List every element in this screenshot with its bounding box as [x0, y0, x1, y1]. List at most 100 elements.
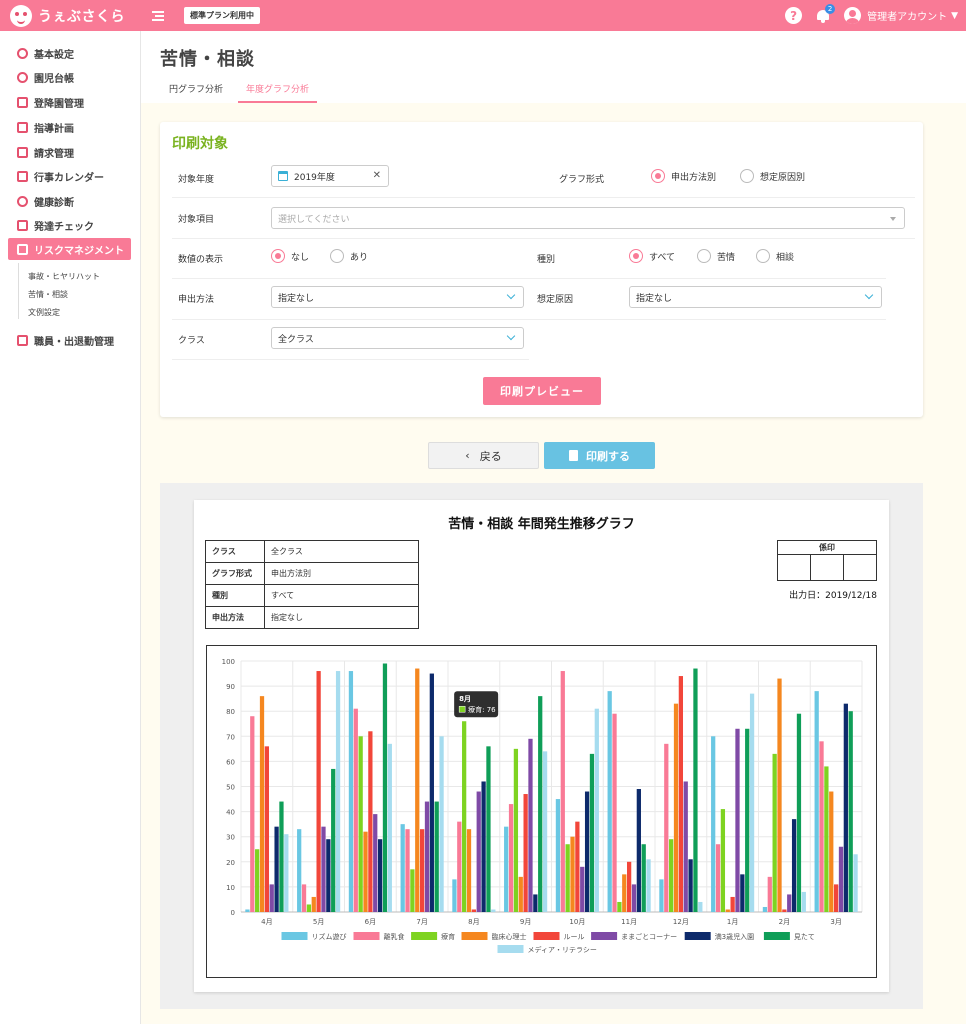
print-preview-button[interactable]: 印刷プレビュー	[483, 377, 601, 405]
report-paper: 苦情・相談 年間発生推移グラフ クラス 全クラス グラフ形式 申出方法別 種別 すべて…	[194, 500, 889, 992]
sidebar-item-risk-management[interactable]: リスクマネジメント	[8, 238, 131, 260]
bar	[508, 804, 514, 912]
bar	[335, 671, 341, 912]
value-display-label: 数値の表示	[178, 255, 224, 265]
top-header: うぇぶさくら 標準プラン利用中 ? 2 管理者アカウント ▼	[0, 0, 966, 31]
radio-type-consultation[interactable]: 相談	[756, 249, 794, 263]
item-select[interactable]: 選択してください	[271, 207, 905, 229]
bar	[358, 736, 363, 912]
radio-by-method[interactable]: 申出方法別	[651, 169, 716, 183]
y-tick-label: 60	[226, 758, 235, 766]
bar	[429, 673, 434, 912]
caret-down-icon	[890, 217, 896, 221]
print-button[interactable]: 印刷する	[544, 442, 655, 469]
sidebar-item-label: 職員・出退勤管理	[34, 336, 114, 348]
radio-type-complaint[interactable]: 苦情	[697, 249, 735, 263]
plan-badge: 標準プラン利用中	[184, 7, 260, 24]
gear-icon	[17, 47, 28, 59]
x-tick-label: 10月	[569, 918, 585, 926]
bar	[382, 663, 388, 912]
bar	[434, 801, 439, 912]
bar	[311, 896, 316, 912]
bar	[321, 826, 326, 912]
bar	[245, 909, 250, 912]
bar	[688, 859, 693, 912]
x-tick-label: 12月	[673, 918, 689, 926]
sidebar-item-health-check[interactable]: 健康診断	[8, 190, 131, 212]
radio-by-cause[interactable]: 想定原因別	[740, 169, 805, 183]
sidebar-item-label: 基本設定	[34, 49, 74, 61]
bar	[570, 836, 575, 912]
x-tick-label: 9月	[520, 918, 531, 926]
x-tick-label: 8月	[468, 918, 479, 926]
sidebar-subitem-complaint[interactable]: 苦情・相談	[28, 289, 68, 300]
main-content: 苦情・相談 円グラフ分析 年度グラフ分析 印刷対象 対象年度 2019年度 ✕ …	[141, 31, 966, 1024]
sidebar-item-development-check[interactable]: 発達チェック	[8, 214, 131, 236]
radio-value-none[interactable]: なし	[271, 249, 309, 263]
bar	[646, 859, 651, 912]
item-label: 対象項目	[178, 215, 215, 225]
handshake-icon	[17, 243, 28, 255]
bar	[607, 691, 612, 912]
bar	[749, 693, 755, 912]
bar	[777, 678, 782, 912]
y-tick-label: 0	[231, 909, 235, 917]
legend-label: メディア・リテラシー	[528, 945, 597, 954]
back-button[interactable]: ‹ 戻る	[428, 442, 539, 469]
bar	[730, 896, 735, 912]
clear-icon[interactable]: ✕	[373, 170, 381, 181]
menu-toggle-icon[interactable]	[152, 10, 164, 21]
sidebar-item-label: 指導計画	[34, 123, 74, 135]
bar	[301, 884, 307, 912]
print-preview-area[interactable]: 苦情・相談 年間発生推移グラフ クラス 全クラス グラフ形式 申出方法別 種別 すべて…	[160, 483, 923, 1009]
sidebar-item-guidance-plan[interactable]: 指導計画	[8, 116, 131, 138]
x-tick-label: 4月	[261, 918, 272, 926]
bar	[491, 909, 496, 912]
legend-label: リズム遊び	[312, 932, 347, 941]
sidebar-subitem-template[interactable]: 文例設定	[28, 307, 60, 318]
bar	[481, 781, 486, 912]
legend-label: 臨床心理士	[492, 932, 527, 941]
seal-label: 係印	[777, 540, 877, 555]
bar	[745, 728, 750, 912]
sidebar-item-basic-settings[interactable]: 基本設定	[8, 42, 131, 64]
sidebar-item-attendance[interactable]: 登降園管理	[8, 91, 131, 113]
help-icon[interactable]: ?	[785, 7, 803, 24]
tab-pie-chart[interactable]: 円グラフ分析	[161, 81, 231, 103]
bar	[518, 876, 523, 912]
briefcase-icon	[17, 334, 28, 346]
user-name[interactable]: 管理者アカウント	[867, 8, 947, 23]
bar	[631, 884, 637, 912]
method-select[interactable]: 指定なし	[271, 286, 524, 308]
class-select[interactable]: 全クラス	[271, 327, 524, 349]
legend-swatch	[591, 932, 618, 940]
title-bar: 苦情・相談 円グラフ分析 年度グラフ分析	[141, 31, 966, 103]
chevron-left-icon: ‹	[465, 449, 470, 462]
app-logo[interactable]: うぇぶさくら	[10, 4, 140, 27]
bar	[678, 676, 684, 912]
sidebar-item-child-ledger[interactable]: 園児台帳	[8, 66, 131, 88]
sidebar-item-event-calendar[interactable]: 行事カレンダー	[8, 165, 131, 187]
user-avatar-icon[interactable]	[844, 7, 862, 24]
cause-select[interactable]: 指定なし	[629, 286, 882, 308]
x-tick-label: 11月	[621, 918, 637, 926]
year-picker[interactable]: 2019年度 ✕	[271, 165, 389, 187]
legend-swatch	[461, 932, 488, 940]
radio-value-show[interactable]: あり	[330, 249, 368, 263]
legend-swatch	[353, 932, 380, 940]
bar	[819, 741, 824, 912]
logo-text: うぇぶさくら	[38, 8, 125, 25]
bar	[762, 906, 768, 912]
calculator-icon	[17, 146, 28, 158]
x-tick-label: 1月	[727, 918, 738, 926]
bell-icon[interactable]: 2	[816, 4, 836, 23]
bar	[626, 861, 632, 912]
sidebar-item-staff-attendance[interactable]: 職員・出退勤管理	[8, 329, 131, 351]
document-icon	[569, 450, 578, 461]
sidebar-item-billing[interactable]: 請求管理	[8, 141, 131, 163]
card-title: 印刷対象	[172, 136, 228, 152]
sidebar-subitem-accident[interactable]: 事故・ヒヤリハット	[28, 271, 100, 282]
radio-type-all[interactable]: すべて	[629, 249, 675, 263]
tab-yearly-chart[interactable]: 年度グラフ分析	[238, 81, 318, 103]
chevron-down-icon[interactable]: ▼	[951, 11, 958, 21]
